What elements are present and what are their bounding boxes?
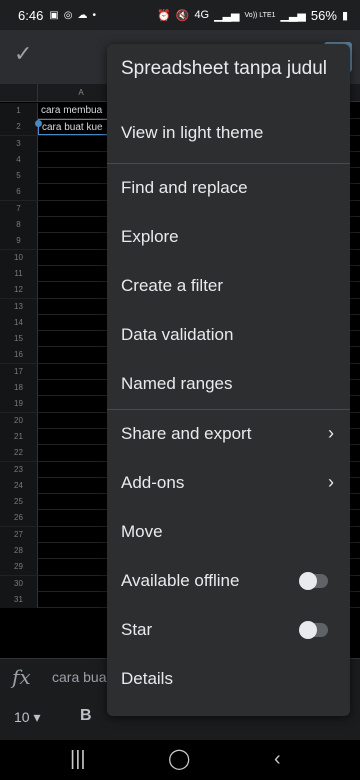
cell-a2[interactable]: cara buat kue [38, 119, 118, 136]
fx-icon: fx [12, 665, 31, 689]
overflow-menu: Spreadsheet tanpa judul View in light th… [107, 44, 350, 716]
row-number[interactable]: 2 [0, 119, 38, 136]
network-4g-label: 4G [194, 9, 210, 21]
row-number[interactable]: 10 [0, 249, 38, 266]
row-number[interactable]: 25 [0, 494, 38, 511]
back-icon[interactable]: ‹ [274, 748, 281, 770]
status-right: ⏰ 🔇 4G ▁▃▅ Vo)) LTE1 ▁▃▅ 56% ▮ [157, 8, 348, 23]
row-number[interactable]: 1 [0, 103, 38, 119]
menu-item-add-ons[interactable]: Add-ons › [107, 459, 350, 508]
menu-title: Spreadsheet tanpa judul [121, 58, 327, 79]
battery-percent: 56% [310, 7, 337, 23]
menu-item-label: Find and replace [121, 178, 248, 197]
recents-icon[interactable]: ||| [70, 748, 86, 770]
row-number[interactable]: 18 [0, 380, 38, 397]
row-number[interactable]: 28 [0, 543, 38, 560]
row-number[interactable]: 5 [0, 168, 38, 185]
menu-item-available-offline[interactable]: Available offline [107, 557, 350, 606]
row-number[interactable]: 27 [0, 526, 38, 543]
cell-a1[interactable]: cara membua [38, 103, 118, 119]
menu-item-view-light-theme[interactable]: View in light theme [107, 109, 350, 158]
menu-item-label: Move [121, 522, 163, 541]
menu-item-explore[interactable]: Explore [107, 213, 350, 262]
status-bar: 6:46 ▣ ◎ ☁ • ⏰ 🔇 4G ▁▃▅ Vo)) LTE1 ▁▃▅ 56… [0, 0, 360, 30]
whatsapp-icon: ◎ [63, 9, 73, 21]
mute-icon: 🔇 [175, 9, 190, 22]
star-toggle[interactable] [299, 621, 328, 639]
battery-icon: ▮ [341, 9, 348, 22]
row-number[interactable]: 19 [0, 396, 38, 413]
row-number[interactable]: 21 [0, 428, 38, 445]
dot-icon: • [92, 9, 97, 21]
signal-icon: ▁▃▅ [214, 9, 240, 22]
check-icon[interactable]: ✓ [14, 42, 38, 66]
chevron-right-icon: › [328, 472, 334, 492]
offline-toggle[interactable] [299, 572, 328, 590]
menu-item-label: View in light theme [121, 123, 264, 142]
notification-icons: ▣ ◎ ☁ • [49, 10, 96, 21]
volte-label: Vo)) LTE1 [244, 11, 276, 19]
toggle-knob [299, 621, 317, 639]
row-number[interactable]: 15 [0, 331, 38, 348]
row-number[interactable]: 24 [0, 477, 38, 494]
menu-item-label: Explore [121, 227, 179, 246]
menu-item-create-filter[interactable]: Create a filter [107, 262, 350, 311]
menu-item-label: Star [121, 620, 153, 639]
row-number[interactable]: 13 [0, 298, 38, 315]
cloud-icon: ☁ [77, 9, 88, 21]
menu-item-data-validation[interactable]: Data validation [107, 311, 350, 360]
alarm-icon: ⏰ [157, 9, 171, 22]
row-number[interactable]: 20 [0, 412, 38, 429]
row-number[interactable]: 14 [0, 314, 38, 331]
select-all-corner[interactable] [0, 84, 38, 102]
bold-button[interactable]: B [80, 707, 92, 725]
row-number[interactable]: 16 [0, 347, 38, 364]
status-time: 6:46 [18, 7, 44, 23]
system-nav-bar: ||| ◯ ‹ [0, 740, 360, 780]
row-number[interactable]: 6 [0, 184, 38, 201]
row-number[interactable]: 30 [0, 575, 38, 592]
menu-item-label: Data validation [121, 325, 234, 344]
menu-item-label: Available offline [121, 571, 240, 590]
menu-item-label: Add-ons [121, 473, 185, 492]
row-number[interactable]: 7 [0, 200, 38, 217]
row-number[interactable]: 31 [0, 591, 38, 608]
chevron-right-icon: › [328, 423, 334, 443]
menu-item-label: Create a filter [121, 276, 224, 295]
row-number[interactable]: 12 [0, 282, 38, 299]
menu-item-star[interactable]: Star [107, 606, 350, 655]
row-number[interactable]: 9 [0, 233, 38, 250]
selection-handle[interactable] [35, 120, 42, 127]
menu-item-move[interactable]: Move [107, 508, 350, 557]
row-number[interactable]: 8 [0, 217, 38, 234]
font-size-value: 10 [14, 709, 30, 725]
font-size-select[interactable]: 10 ▾ [14, 709, 41, 726]
menu-item-label: Details [121, 669, 173, 688]
row-number[interactable]: 23 [0, 461, 38, 478]
row-number[interactable]: 22 [0, 445, 38, 462]
signal-icon-2: ▁▃▅ [280, 9, 306, 22]
row-number[interactable]: 29 [0, 559, 38, 576]
menu-item-label: Named ranges [121, 374, 233, 393]
home-icon[interactable]: ◯ [168, 748, 190, 770]
gallery-icon: ▣ [49, 9, 59, 21]
row-number[interactable]: 4 [0, 151, 38, 168]
row-number[interactable]: 17 [0, 363, 38, 380]
menu-item-share-export[interactable]: Share and export › [107, 410, 350, 459]
menu-item-label: Share and export [121, 424, 252, 443]
row-number[interactable]: 3 [0, 135, 38, 152]
menu-item-named-ranges[interactable]: Named ranges [107, 360, 350, 409]
menu-item-details[interactable]: Details [107, 655, 350, 704]
chevron-down-icon: ▾ [33, 709, 41, 725]
row-number[interactable]: 11 [0, 265, 38, 282]
formula-input[interactable]: cara bua [52, 669, 106, 685]
toggle-knob [299, 572, 317, 590]
row-number[interactable]: 26 [0, 510, 38, 527]
menu-item-find-replace[interactable]: Find and replace [107, 164, 350, 213]
